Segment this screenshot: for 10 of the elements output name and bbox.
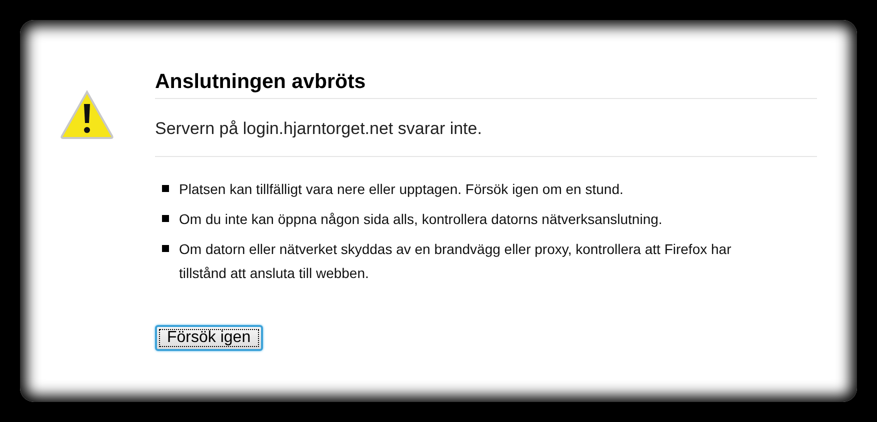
suggestion-text: Om du inte kan öppna någon sida alls, kontrollera datorns nätverksanslutning.	[179, 210, 662, 229]
error-message: Servern på login.hjarntorget.net svarar inte.	[155, 99, 817, 157]
bullet-icon	[162, 215, 169, 222]
bullet-icon	[162, 245, 169, 252]
retry-button[interactable]: Försök igen	[155, 325, 263, 351]
warning-icon	[60, 90, 114, 140]
error-title: Anslutningen avbröts	[155, 68, 817, 99]
suggestion-text: Platsen kan tillfälligt vara nere eller upptagen. Försök igen om en stund.	[179, 180, 624, 199]
bullet-icon	[162, 185, 169, 192]
suggestion-text: Om datorn eller nätverket skyddas av en brandvägg eller proxy, kontrollera att Firefox har tillstånd att ansluta till webben.	[179, 240, 732, 283]
